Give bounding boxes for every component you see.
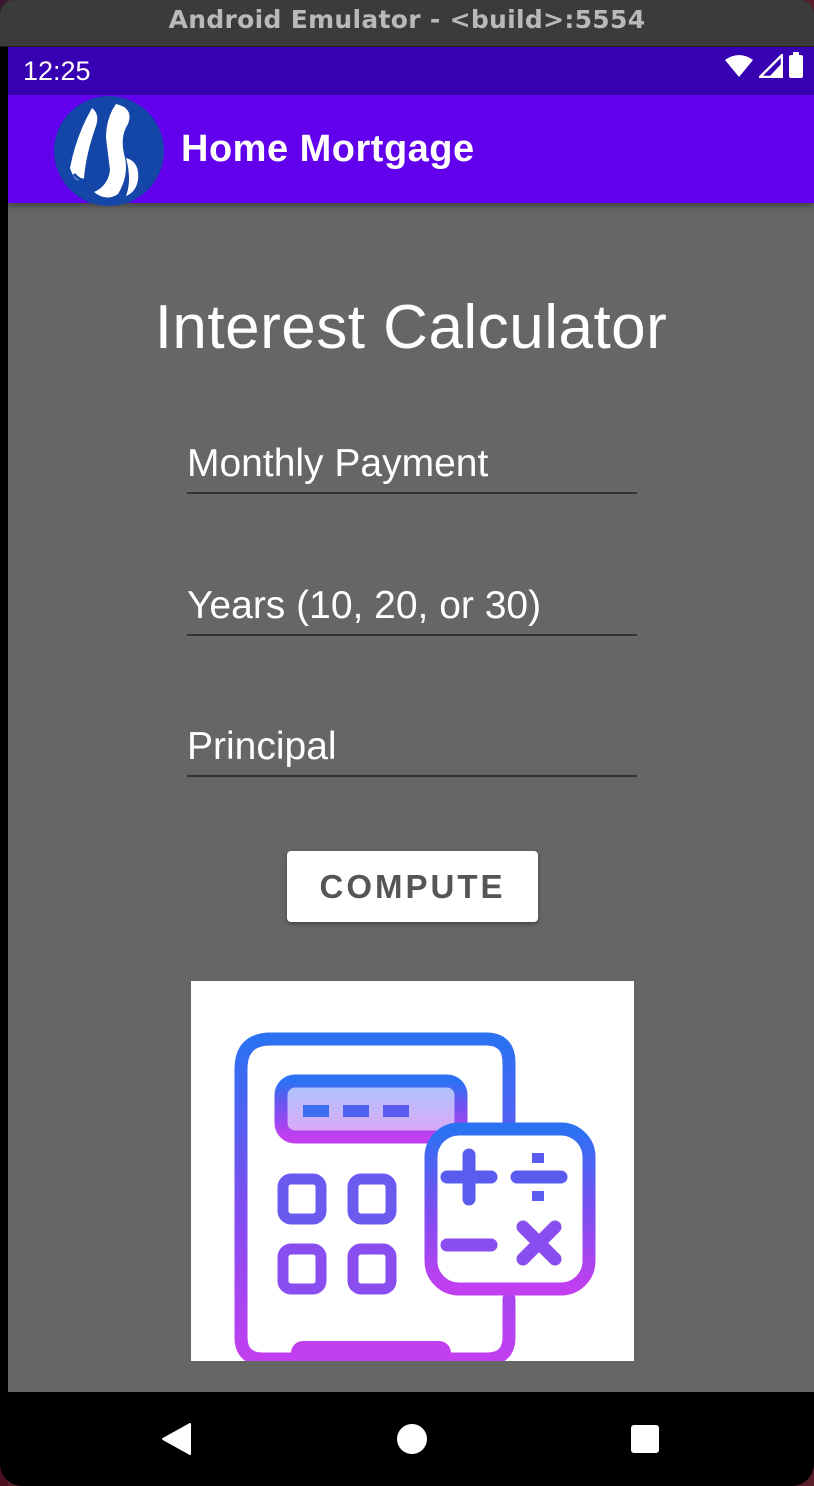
compute-button[interactable]: COMPUTE <box>287 851 538 922</box>
recents-icon[interactable] <box>620 1414 670 1464</box>
battery-icon <box>788 52 804 83</box>
emulator-window: Android Emulator - <build>:5554 12:25 Ho… <box>0 0 814 1486</box>
monthly-payment-input[interactable] <box>187 442 627 486</box>
window-title: Android Emulator - <build>:5554 <box>168 4 646 34</box>
monthly-payment-field[interactable] <box>187 436 637 494</box>
back-icon[interactable] <box>151 1414 201 1464</box>
calculator-image <box>191 981 634 1361</box>
years-input[interactable] <box>187 584 627 628</box>
navigation-bar <box>8 1392 814 1486</box>
principal-input[interactable] <box>187 725 627 769</box>
status-icons <box>724 52 804 83</box>
page-title: Interest Calculator <box>154 293 668 362</box>
app-logo-icon <box>54 96 164 206</box>
principal-field[interactable] <box>187 719 637 777</box>
window-titlebar[interactable]: Android Emulator - <build>:5554 <box>0 0 814 47</box>
wifi-icon <box>724 54 754 83</box>
status-time: 12:25 <box>23 56 91 86</box>
app-title: Home Mortgage <box>181 128 475 170</box>
cell-signal-icon <box>758 53 784 83</box>
calculator-icon <box>234 1032 596 1361</box>
status-bar: 12:25 <box>8 47 814 95</box>
device-screen: 12:25 Home Mortgage Interest Calculator … <box>8 47 814 1486</box>
app-bar: Home Mortgage <box>8 95 814 206</box>
years-field[interactable] <box>187 578 637 636</box>
home-icon[interactable] <box>387 1414 437 1464</box>
